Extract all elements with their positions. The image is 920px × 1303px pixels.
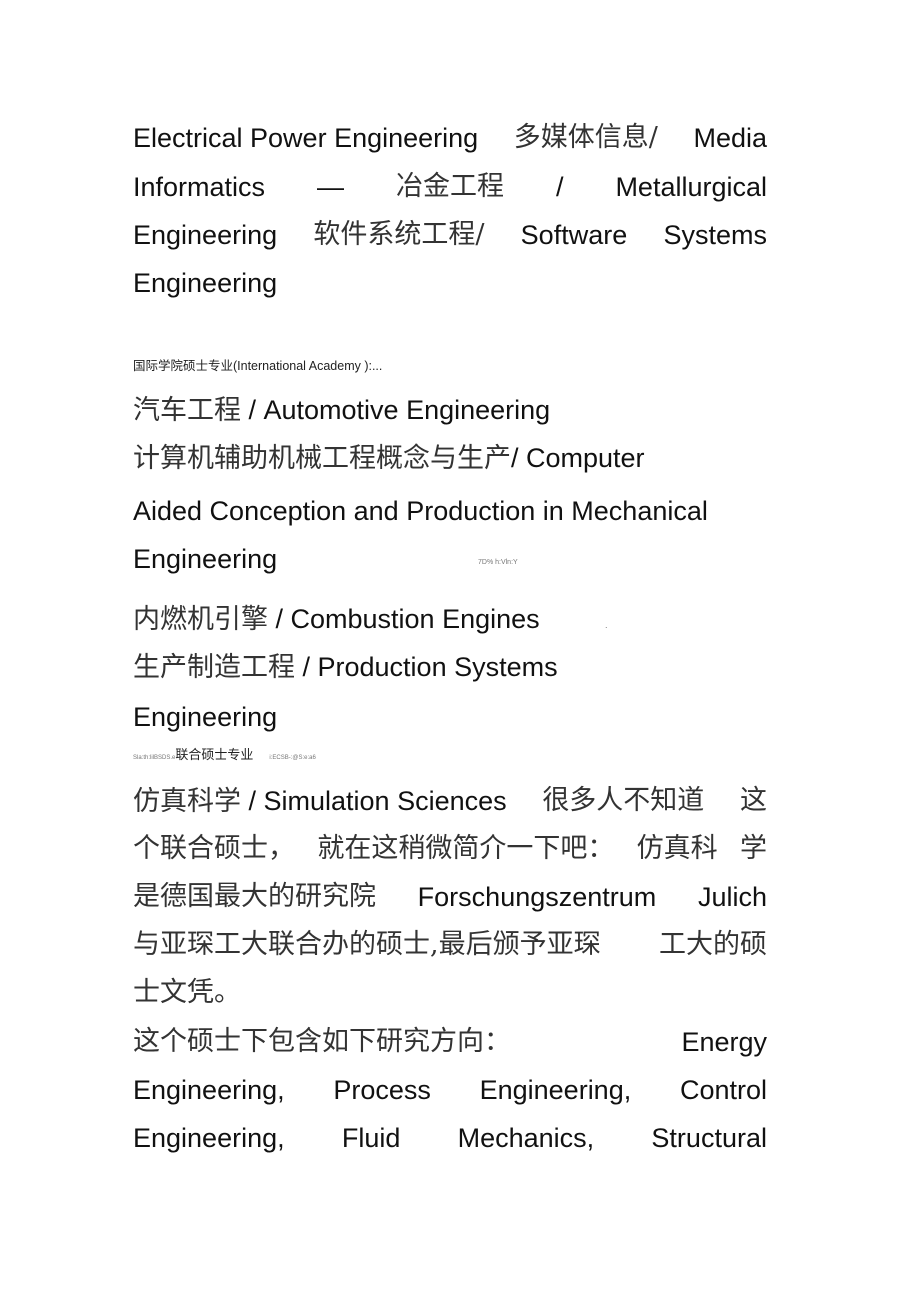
program-name-en: / Combustion Engines	[268, 604, 540, 634]
program-name-en: Engineering	[133, 220, 278, 250]
text-line: 与亚琛工大联合办的硕士,最后颁予亚琛 工大的硕	[133, 928, 767, 962]
text-line: Engineering	[133, 268, 278, 298]
text-segment: 很多人不知道	[542, 785, 705, 816]
program-production: 生产制造工程 / Production Systems	[133, 650, 558, 685]
text-segment: 这	[740, 785, 767, 816]
program-name-cn: 内燃机引擎	[133, 604, 268, 635]
text-segment: 工大的硕	[659, 929, 767, 960]
text-line: 这个硕士下包含如下研究方向： Energy	[133, 1025, 767, 1059]
joint-master-label: 联合硕士专业	[175, 748, 254, 763]
research-direction: Energy	[681, 1027, 767, 1057]
text-line: 士文凭。	[133, 977, 241, 1008]
text-line: Informatics — 冶金工程 / Metallurgical	[133, 170, 767, 204]
text-line: 个联合硕士， 就在这稍微简介一下吧： 仿真科 学	[133, 832, 767, 866]
slash-separator: /	[555, 172, 564, 202]
text-line: Aided Conception and Production in Mecha…	[133, 496, 708, 526]
program-combustion: 内燃机引擎 / Combustion Engines	[133, 602, 540, 637]
program-name-en: / Computer	[511, 443, 645, 473]
text-segment: 仿真科	[636, 833, 718, 864]
text-line: Engineering	[133, 702, 278, 732]
section-heading-joint-master: Sla:th:lilBSDS.e联合硕士专业 i:ECSB-:@S:e:a6	[133, 744, 316, 764]
institution-name: Julich	[697, 882, 767, 912]
program-name-en: Media	[693, 123, 767, 153]
program-name-cn: 软件系统工程/	[313, 219, 485, 250]
program-name-en: Metallurgical	[615, 172, 767, 202]
research-direction: Fluid	[341, 1123, 401, 1153]
text-segment: 与亚琛工大联合办的硕士,最后颁予亚琛	[133, 929, 601, 960]
research-direction: Control	[679, 1075, 767, 1105]
scan-noise-text: i:ECSB-:@S:e:a6	[269, 755, 316, 761]
section-heading-international-academy: 国际学院硕士专业(International Academy ):...	[133, 359, 383, 373]
program-cad: 计算机辅助机械工程概念与生产/ Computer	[133, 441, 645, 476]
text-segment: 个联合硕士，	[133, 833, 295, 864]
program-name-en: Electrical Power Engineering	[133, 123, 479, 153]
program-automotive: 汽车工程 / Automotive Engineering	[133, 393, 550, 428]
program-name-cn: 汽车工程	[133, 395, 241, 426]
program-name-cn: 冶金工程	[395, 171, 504, 202]
program-name-en: Software	[520, 220, 628, 250]
scan-noise-text: 7D% h:Vln:Y	[478, 559, 518, 566]
program-name-en: Informatics	[133, 172, 266, 202]
research-direction: Engineering,	[133, 1075, 285, 1105]
program-name-cn: 生产制造工程	[133, 652, 295, 683]
program-name-cn: 多媒体信息/	[513, 122, 658, 153]
text-line: Engineering, Fluid Mechanics, Structural	[133, 1121, 767, 1155]
dash-separator: —	[317, 172, 345, 202]
institution-name: Forschungszentrum	[417, 882, 657, 912]
text-segment: 学	[739, 833, 767, 864]
program-name-cn: 仿真科学	[133, 786, 241, 817]
research-direction: Engineering,	[479, 1075, 632, 1105]
program-name-en: / Simulation Sciences	[241, 786, 507, 816]
program-name-en: / Production Systems	[295, 652, 558, 682]
scan-noise-text: Sla:th:lilBSDS.e	[133, 755, 176, 761]
text-line: Engineering, Process Engineering, Contro…	[133, 1073, 767, 1107]
research-direction: Structural	[651, 1123, 767, 1153]
text-line: 仿真科学 / Simulation Sciences 很多人不知道 这	[133, 784, 767, 819]
text-segment: 是德国最大的研究院	[133, 881, 376, 912]
text-segment: 这个硕士下包含如下研究方向：	[133, 1026, 511, 1057]
text-line: 是德国最大的研究院 Forschungszentrum Julich	[133, 880, 767, 914]
text-line: Electrical Power Engineering 多媒体信息/ Medi…	[133, 121, 767, 155]
program-name-cn: 计算机辅助机械工程概念与生产	[133, 443, 511, 474]
research-direction: Process	[333, 1075, 431, 1105]
research-direction: Mechanics,	[457, 1123, 595, 1153]
program-name-en: Systems	[663, 220, 767, 250]
text-segment: 就在这稍微简介一下吧：	[317, 833, 615, 864]
scan-noise-dot: .	[605, 620, 608, 630]
text-line: Engineering 软件系统工程/ Software Systems	[133, 218, 767, 252]
text-line: Engineering	[133, 544, 278, 574]
research-direction: Engineering,	[133, 1123, 285, 1153]
program-name-en: / Automotive Engineering	[241, 395, 551, 425]
